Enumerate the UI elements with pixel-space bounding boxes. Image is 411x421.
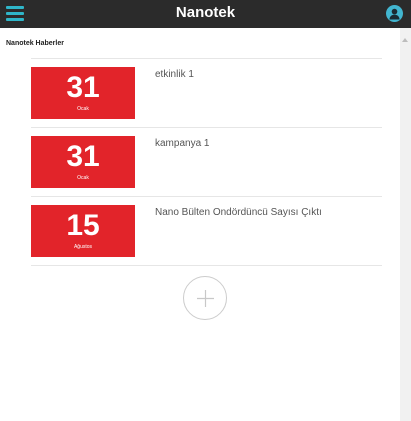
news-item[interactable]: 15 Ağustos Nano Bülten Ondördüncü Sayısı… (31, 196, 382, 266)
vertical-scrollbar[interactable] (400, 28, 411, 421)
news-title[interactable]: kampanya 1 (155, 138, 209, 149)
date-day: 31 (66, 140, 100, 173)
date-badge: 31 Ocak (31, 67, 135, 119)
hamburger-menu-icon[interactable] (4, 2, 28, 24)
user-icon[interactable] (386, 5, 403, 22)
date-month: Ocak (77, 175, 89, 181)
date-month: Ağustos (73, 244, 93, 250)
app-title: Nanotek (175, 4, 236, 21)
news-item[interactable]: 31 Ocak etkinlik 1 (31, 58, 382, 127)
date-month: Ocak (77, 106, 89, 112)
app-screen: Nanotek Nanotek Haberler 31 Ocak etkinli… (0, 0, 411, 421)
date-day: 15 (66, 209, 100, 242)
section-title: Nanotek Haberler (6, 40, 64, 47)
top-bar: Nanotek (0, 0, 411, 28)
date-day: 31 (66, 71, 100, 104)
date-badge: 15 Ağustos (31, 205, 135, 257)
add-button[interactable] (183, 276, 227, 320)
plus-icon (197, 290, 214, 307)
news-title[interactable]: etkinlik 1 (155, 69, 194, 80)
news-title[interactable]: Nano Bülten Ondördüncü Sayısı Çıktı (155, 207, 322, 218)
news-list: 31 Ocak etkinlik 1 31 Ocak kampanya 1 15… (31, 58, 382, 266)
scroll-up-arrow-icon[interactable] (402, 38, 408, 42)
news-item[interactable]: 31 Ocak kampanya 1 (31, 127, 382, 196)
date-badge: 31 Ocak (31, 136, 135, 188)
